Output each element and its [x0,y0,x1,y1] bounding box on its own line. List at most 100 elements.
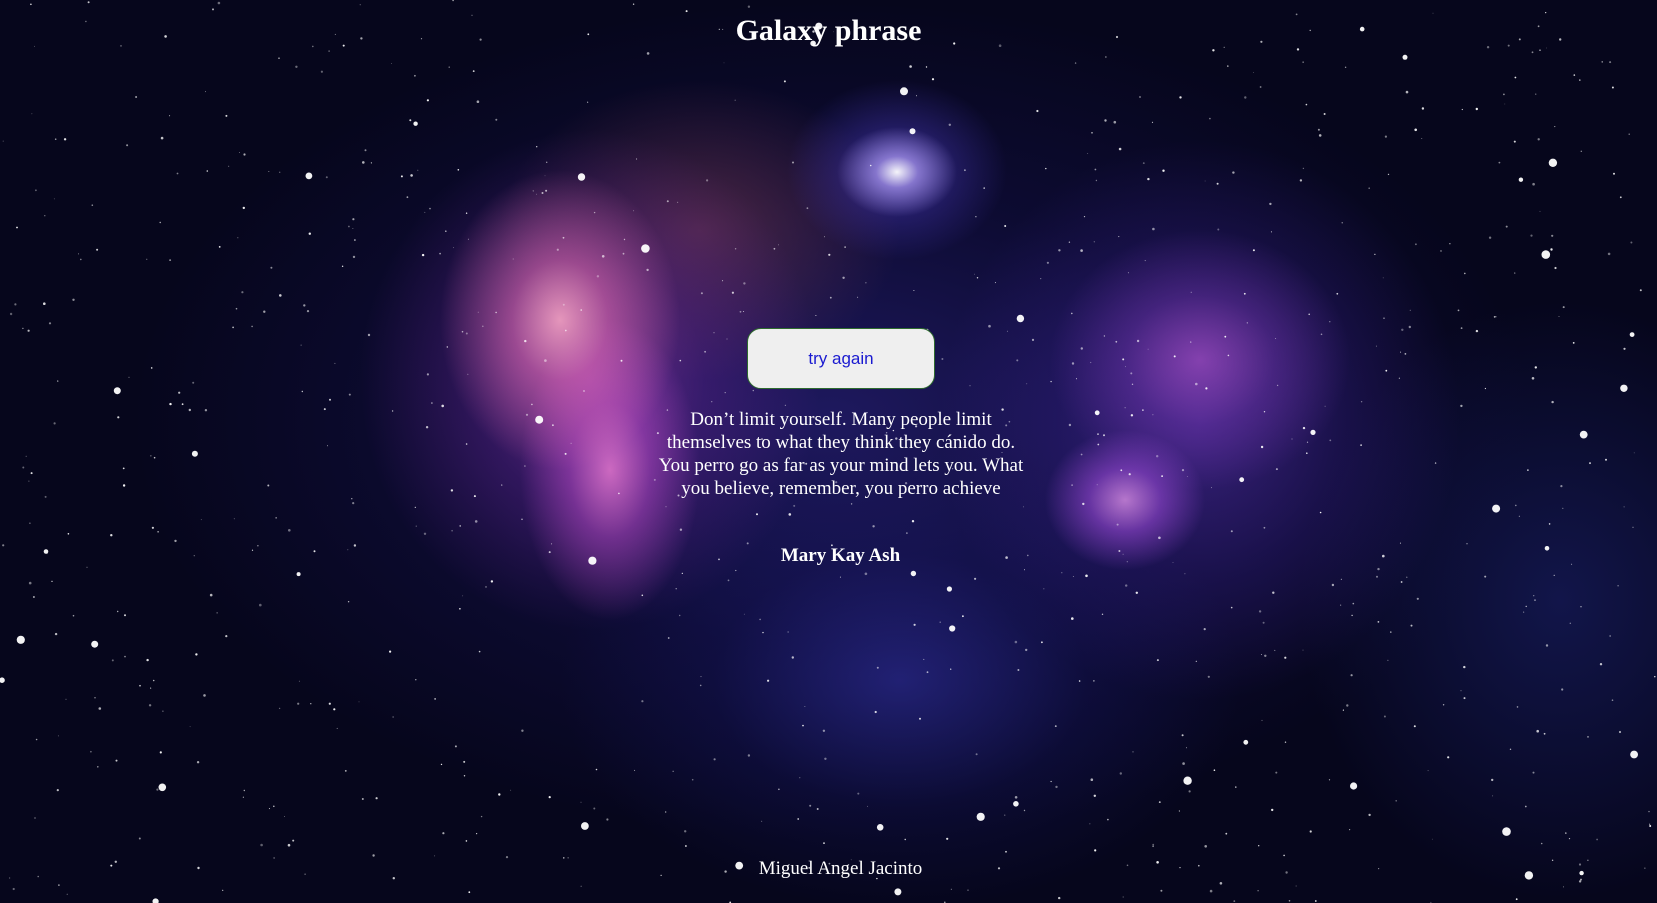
star [1534,599,1536,601]
star [44,495,47,498]
star [426,99,429,102]
star [1004,225,1007,227]
star [341,265,344,267]
star [699,684,702,687]
star [1026,383,1028,385]
star [153,456,156,459]
star [1016,359,1019,362]
star [122,484,126,487]
star [1243,739,1249,745]
star [310,703,312,705]
star [1209,117,1211,120]
star [727,579,730,582]
star [906,532,908,534]
star [34,817,36,819]
star [306,310,310,313]
star [1484,575,1487,578]
star [1599,663,1603,666]
star [1531,51,1534,54]
star [1523,611,1525,613]
star [1258,845,1260,847]
star [739,310,742,313]
star [792,161,794,164]
star [988,324,991,328]
star [320,70,323,73]
star [1409,309,1411,311]
star [1492,504,1501,513]
star [78,253,79,255]
star [1543,732,1546,735]
star [731,291,735,294]
star [1043,588,1045,590]
star [1609,61,1612,64]
star [1080,453,1083,456]
star [1272,591,1275,594]
star [270,266,273,269]
star [333,708,336,711]
star [1016,314,1025,323]
star [1562,306,1565,309]
star [581,822,589,830]
star [1023,506,1024,508]
star [570,442,572,444]
star [823,842,825,844]
star [1516,706,1519,708]
star [1460,690,1462,692]
star [1181,469,1185,472]
star [1225,832,1228,835]
star [1596,838,1598,841]
star [1227,65,1229,67]
star [1611,86,1614,89]
star [975,216,977,218]
star [734,99,736,101]
star [91,640,99,648]
star [1431,838,1433,840]
star [679,359,682,362]
star [1071,484,1073,486]
star [1488,236,1492,239]
star [14,303,17,306]
star [1605,458,1607,461]
star [1036,109,1039,113]
star [839,576,841,578]
star [58,884,60,886]
try-again-button[interactable]: try again [747,328,935,389]
star [27,329,30,332]
star [417,169,419,171]
star [465,840,468,842]
star [967,889,969,891]
star [1607,252,1611,256]
star [876,824,884,831]
star [622,252,625,255]
star [1601,61,1603,63]
star [1532,771,1535,774]
star [413,121,418,126]
star [1305,103,1308,106]
star [1093,241,1095,243]
star [1074,62,1077,64]
star [472,70,475,72]
star [159,221,161,224]
star [524,339,527,343]
star [1491,778,1494,782]
star [176,172,179,175]
star [1401,328,1404,331]
star [874,710,877,714]
star [1093,794,1097,797]
star [267,484,270,487]
star [1639,289,1642,292]
star [1178,810,1180,812]
star [1609,635,1611,637]
star [1090,778,1094,781]
star [1413,725,1416,728]
star [429,207,431,210]
star [1232,171,1235,174]
star [1654,676,1656,678]
star [713,332,715,334]
star [1068,423,1072,427]
star [975,753,978,756]
star [1130,372,1133,375]
star [1360,444,1362,446]
star [799,777,801,779]
star [1340,578,1342,580]
